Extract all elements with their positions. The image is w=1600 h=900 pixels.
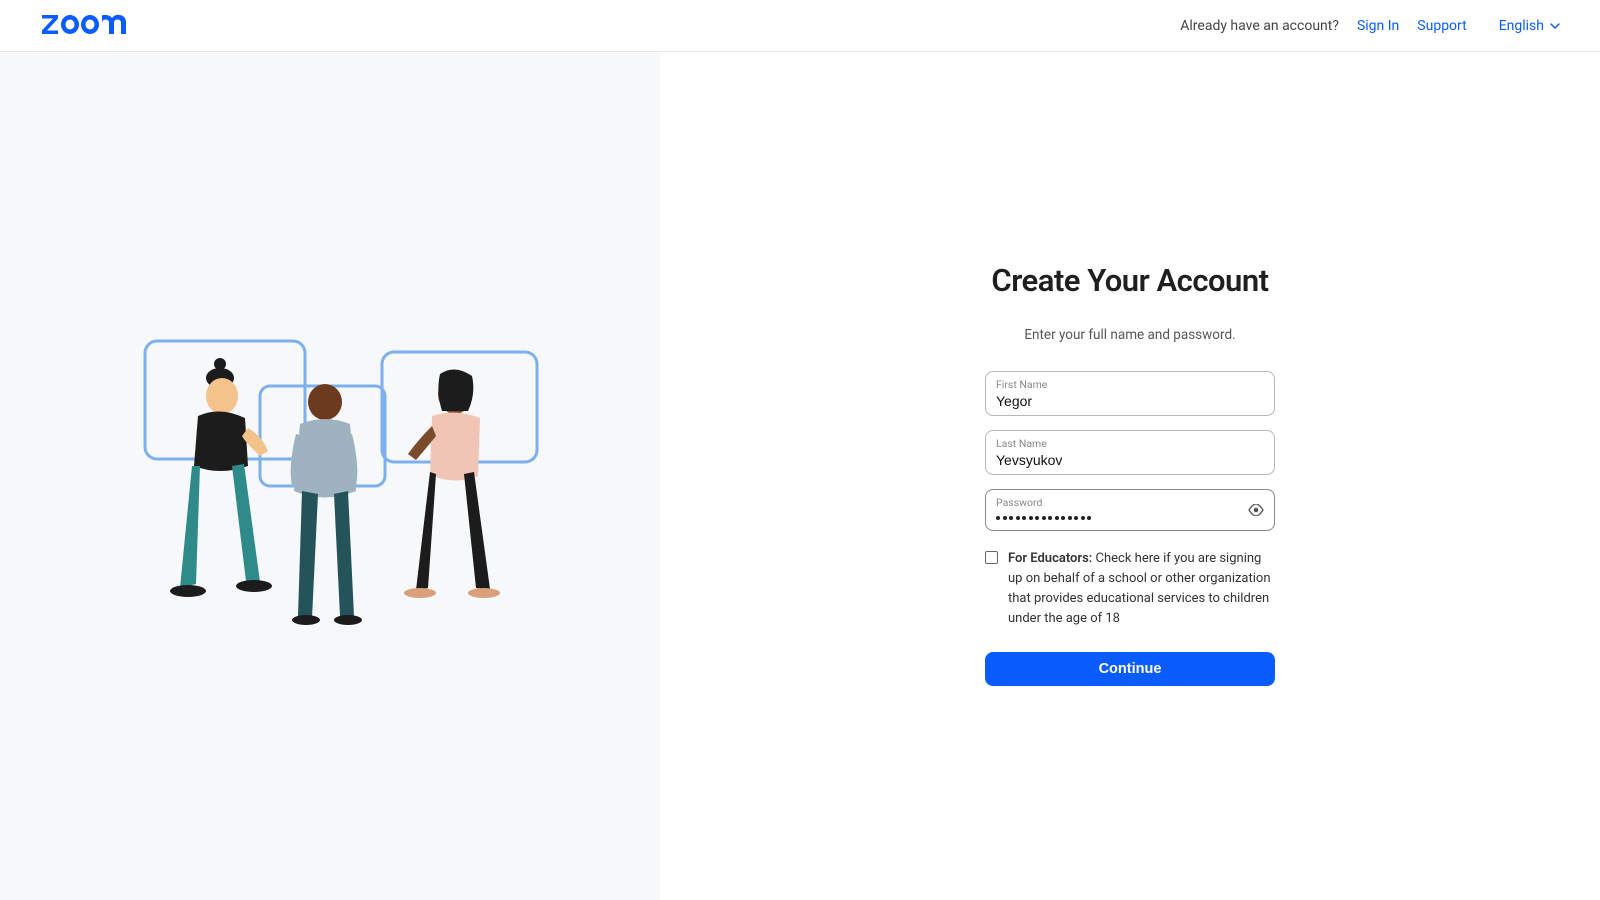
- zoom-logo: [42, 11, 138, 41]
- language-selector[interactable]: English: [1499, 18, 1560, 34]
- password-field[interactable]: Password: [985, 489, 1275, 531]
- page-subtitle: Enter your full name and password.: [985, 327, 1275, 343]
- first-name-field[interactable]: First Name: [985, 371, 1275, 416]
- educators-checkbox[interactable]: [985, 551, 998, 564]
- educators-bold: For Educators:: [1008, 551, 1092, 566]
- support-link[interactable]: Support: [1417, 18, 1466, 34]
- form-panel: Create Your Account Enter your full name…: [660, 52, 1600, 900]
- first-name-label: First Name: [996, 378, 1264, 391]
- last-name-input[interactable]: [996, 452, 1264, 468]
- password-label: Password: [996, 496, 1264, 509]
- password-input[interactable]: [996, 509, 1264, 525]
- continue-button[interactable]: Continue: [985, 652, 1275, 686]
- eye-icon[interactable]: [1248, 504, 1264, 516]
- language-label: English: [1499, 18, 1544, 34]
- educators-row: For Educators: Check here if you are sig…: [985, 549, 1275, 630]
- top-header: Already have an account? Sign In Support…: [0, 0, 1600, 52]
- last-name-field[interactable]: Last Name: [985, 430, 1275, 475]
- page-title: Create Your Account: [991, 262, 1268, 299]
- educators-text: For Educators: Check here if you are sig…: [1008, 549, 1275, 630]
- first-name-input[interactable]: [996, 393, 1264, 409]
- people-illustration: [120, 316, 540, 636]
- last-name-label: Last Name: [996, 437, 1264, 450]
- illustration-panel: [0, 52, 660, 900]
- signup-form: Enter your full name and password. First…: [985, 327, 1275, 686]
- already-have-account-text: Already have an account?: [1180, 18, 1339, 34]
- chevron-down-icon: [1550, 23, 1560, 29]
- main-content: Create Your Account Enter your full name…: [0, 52, 1600, 900]
- sign-in-link[interactable]: Sign In: [1357, 18, 1399, 34]
- header-right: Already have an account? Sign In Support…: [1180, 18, 1560, 34]
